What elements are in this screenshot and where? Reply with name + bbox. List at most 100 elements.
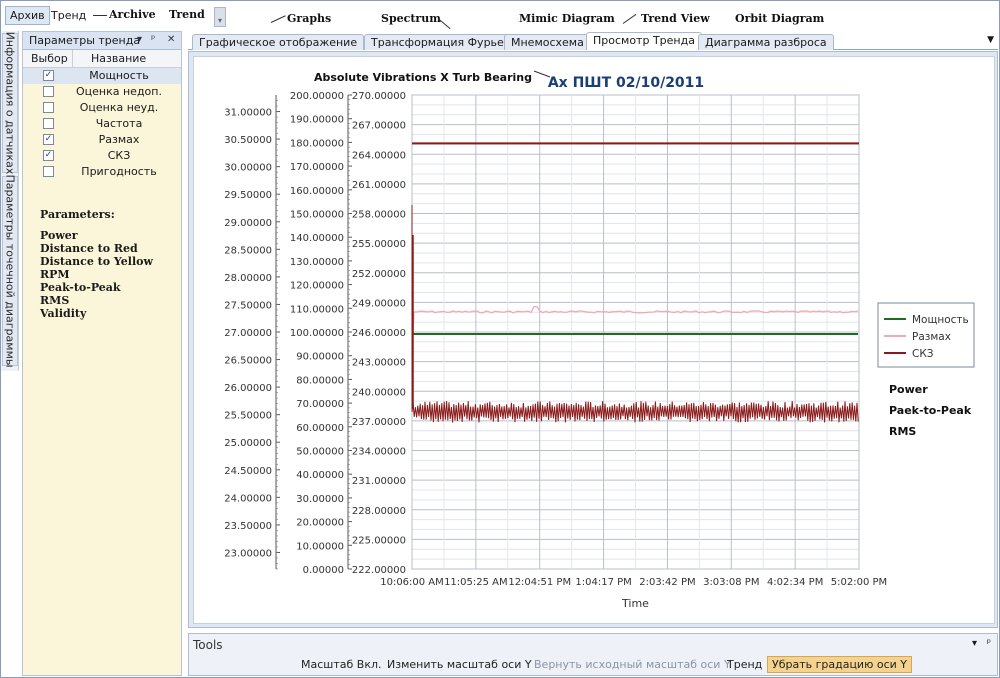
- tab-graphs[interactable]: Графическое отображение: [192, 34, 365, 50]
- y-tick-label: 249.00000: [352, 298, 406, 309]
- param-checkbox[interactable]: ✓: [43, 150, 54, 161]
- y-tick-label: 243.00000: [352, 358, 406, 369]
- tabs-dropdown-icon[interactable]: ▼: [987, 35, 994, 45]
- column-select[interactable]: Выбор: [31, 52, 68, 65]
- y-tick-label: 120.00000: [290, 281, 344, 292]
- y-tick-label: 200.00000: [290, 91, 344, 102]
- y-tick-label: 140.00000: [290, 233, 344, 244]
- remove-y-gradation-button[interactable]: Убрать градацию оси Y: [767, 656, 912, 673]
- panel-column-headers: Выбор Название: [23, 50, 181, 68]
- params-item: Distance to Yellow: [40, 255, 153, 268]
- param-checkbox[interactable]: [43, 166, 54, 177]
- y-tick-label: 160.00000: [290, 186, 344, 197]
- chart-container: Ax ПШТ 02/10/2011 Absolute Vibrations X T…: [193, 56, 995, 624]
- params-item: Peak-to-Peak: [40, 281, 121, 294]
- annotation-legend: RMS: [889, 425, 916, 438]
- param-row[interactable]: ✓ Мощность: [23, 68, 181, 84]
- y-tick-label: 27.50000: [224, 300, 272, 311]
- params-header: Parameters:: [40, 208, 115, 221]
- y-tick-label: 30.00000: [296, 494, 344, 505]
- param-row[interactable]: ✓ СКЗ: [23, 148, 181, 164]
- y-tick-label: 252.00000: [352, 269, 406, 280]
- column-name[interactable]: Название: [91, 52, 146, 65]
- tools-panel: Tools ▾ ᵖ Масштаб Вкл. Изменить масштаб …: [188, 633, 998, 676]
- panel-dropdown-icon[interactable]: ▾: [137, 34, 142, 45]
- param-row[interactable]: Частота: [23, 116, 181, 132]
- annotation-mimic: Mimic Diagram: [519, 12, 615, 25]
- panel-header: Параметры тренда ▾ ᵖ ✕: [23, 32, 181, 50]
- annotation-arrow: [270, 15, 286, 23]
- side-tab-label: Информация о датчиках: [3, 31, 17, 175]
- side-tab-sensor-info[interactable]: Информация о датчиках: [2, 31, 18, 175]
- tab-trend-view[interactable]: Просмотр Тренда: [586, 32, 702, 50]
- y-tick-label: 27.00000: [224, 328, 272, 339]
- y-tick-label: 237.00000: [352, 417, 406, 428]
- y-tick-label: 80.00000: [296, 375, 344, 386]
- side-tab-scatter-params[interactable]: Параметры точечной диаграммы: [2, 174, 18, 368]
- y-tick-label: 30.00000: [224, 163, 272, 174]
- trend-params-panel: Параметры тренда ▾ ᵖ ✕ Выбор Название ✓ М…: [22, 31, 182, 676]
- param-checkbox[interactable]: ✓: [43, 70, 54, 81]
- param-list: ✓ Мощность Оценка недоп. Оценка неуд. Частот…: [23, 68, 181, 180]
- param-name: Оценка неуд.: [79, 101, 159, 114]
- y-tick-label: 23.00000: [224, 548, 272, 559]
- quick-access-dropdown[interactable]: ▾: [214, 7, 226, 27]
- param-checkbox[interactable]: [43, 118, 54, 129]
- annotation-spectrum: Spectrum: [381, 12, 441, 25]
- tools-dropdown-icon[interactable]: ▾: [972, 638, 977, 649]
- annotation-arrow: [93, 15, 107, 16]
- reset-y-scale-button[interactable]: Вернуть исходный масштаб оси Y: [534, 658, 731, 671]
- pin-icon[interactable]: ᵖ: [987, 638, 991, 649]
- y-tick-label: 261.00000: [352, 180, 406, 191]
- zoom-on-button[interactable]: Масштаб Вкл.: [301, 658, 382, 671]
- y-tick-label: 30.50000: [224, 135, 272, 146]
- change-y-scale-button[interactable]: Изменить масштаб оси Y: [387, 658, 532, 671]
- y-tick-label: 28.50000: [224, 245, 272, 256]
- y-tick-label: 246.00000: [352, 328, 406, 339]
- tab-fourier[interactable]: Трансформация Фурье: [364, 34, 511, 50]
- y-tick-label: 25.50000: [224, 411, 272, 422]
- params-annotation: Parameters: Power Distance to Red Distance…: [40, 208, 153, 320]
- tab-scatter[interactable]: Диаграмма разброса: [698, 34, 834, 50]
- annotation-archive: Archive: [109, 8, 156, 21]
- column-divider: [72, 50, 73, 68]
- annotation-arrow: [533, 70, 551, 78]
- param-name: Пригодность: [81, 165, 157, 178]
- y-tick-label: 130.00000: [290, 257, 344, 268]
- param-checkbox[interactable]: [43, 86, 54, 97]
- legend-label: Мощность: [912, 314, 969, 326]
- menu-trend[interactable]: Тренд: [51, 9, 86, 22]
- trend-button[interactable]: Тренд: [727, 658, 762, 671]
- tab-mimic[interactable]: Мнемосхема: [504, 34, 591, 50]
- close-icon[interactable]: ✕: [167, 34, 175, 45]
- x-tick-label: 1:04:17 PM: [575, 577, 631, 588]
- menu-bar: Архив Тренд Archive Trend ▾ Graphs Spect…: [1, 1, 999, 31]
- trend-view-pane: Ax ПШТ 02/10/2011 Absolute Vibrations X T…: [188, 51, 998, 628]
- annotation-orbit: Orbit Diagram: [735, 12, 825, 25]
- y-tick-label: 228.00000: [352, 506, 406, 517]
- menu-archive[interactable]: Архив: [5, 6, 50, 25]
- params-item: Validity: [40, 307, 87, 320]
- x-axis-label: Time: [621, 597, 649, 610]
- y-tick-label: 29.50000: [224, 190, 272, 201]
- param-checkbox[interactable]: [43, 102, 54, 113]
- y-tick-label: 24.50000: [224, 466, 272, 477]
- pin-icon[interactable]: ᵖ: [151, 34, 155, 45]
- y-tick-label: 110.00000: [290, 304, 344, 315]
- x-tick-label: 5:02:00 PM: [831, 577, 887, 588]
- param-checkbox[interactable]: ✓: [43, 134, 54, 145]
- param-row[interactable]: Пригодность: [23, 164, 181, 180]
- annotation-graphs: Graphs: [287, 12, 332, 25]
- param-row[interactable]: Оценка неуд.: [23, 100, 181, 116]
- param-row[interactable]: Оценка недоп.: [23, 84, 181, 100]
- y-tick-label: 234.00000: [352, 447, 406, 458]
- y-tick-label: 31.00000: [224, 108, 272, 119]
- x-tick-label: 12:04:51 PM: [508, 577, 571, 588]
- y-tick-label: 26.00000: [224, 383, 272, 394]
- y-tick-label: 225.00000: [352, 535, 406, 546]
- annotation-trend: Trend: [169, 8, 205, 21]
- y-tick-label: 255.00000: [352, 239, 406, 250]
- param-row[interactable]: ✓ Размах: [23, 132, 181, 148]
- param-name: СКЗ: [107, 149, 131, 162]
- trend-chart[interactable]: Ax ПШТ 02/10/2011 Absolute Vibrations X T…: [194, 57, 994, 623]
